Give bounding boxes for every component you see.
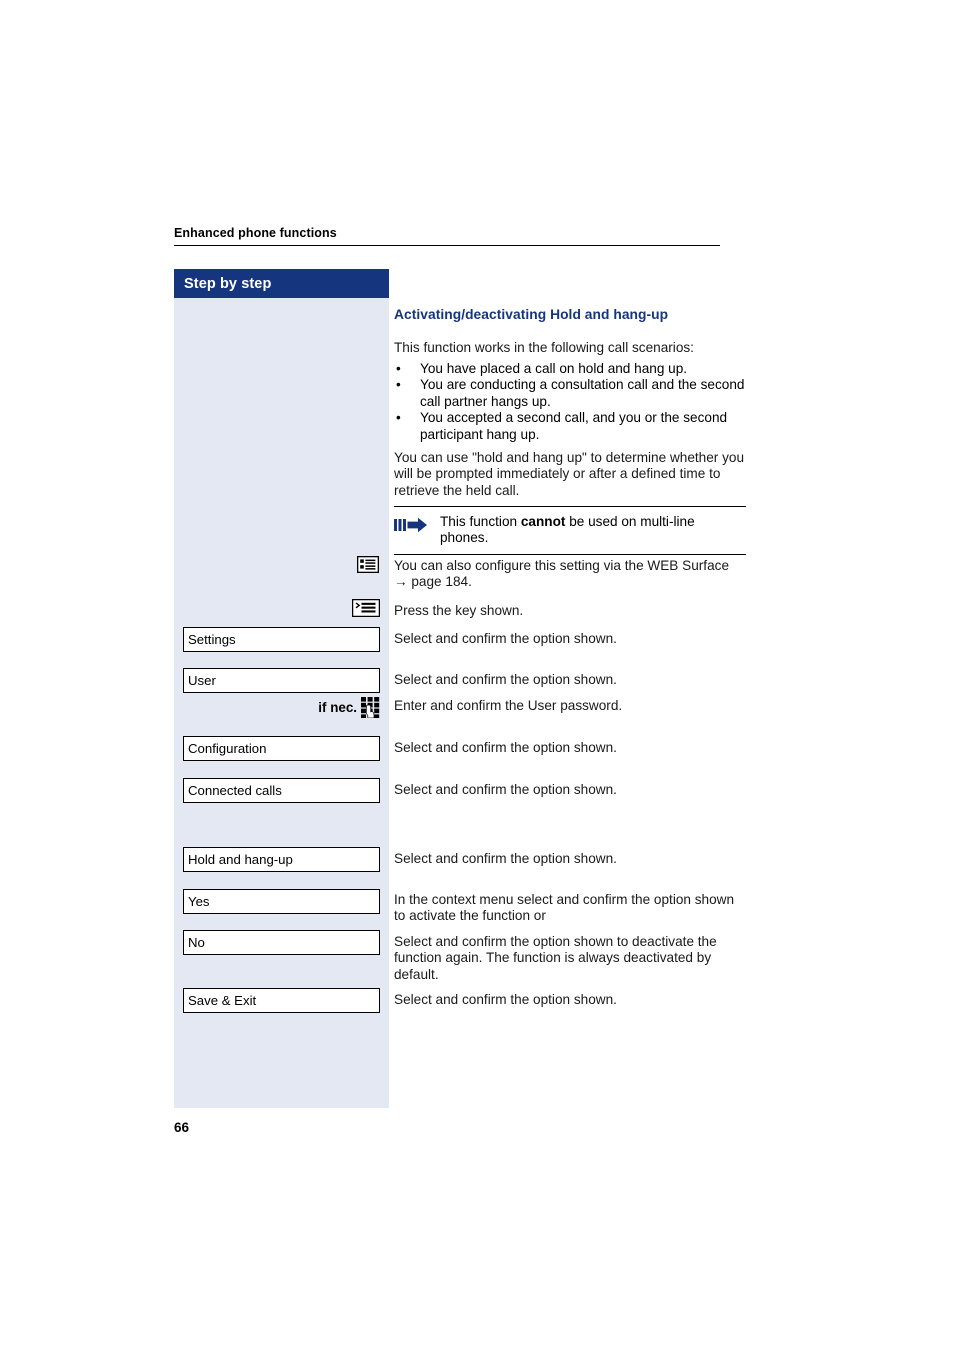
header-divider: [174, 245, 720, 246]
web-surface-note: You can also configure this setting via …: [394, 558, 746, 591]
cross-reference-text: page 184.: [411, 574, 472, 590]
menu-option-label: Yes: [188, 893, 210, 909]
menu-option-label: Settings: [188, 631, 236, 647]
note-callout: This function cannot be used on multi-li…: [394, 506, 746, 555]
menu-option-connected-calls[interactable]: Connected calls: [183, 778, 380, 803]
instruction-activate: In the context menu select and confirm t…: [394, 892, 735, 924]
menu-option-label: User: [188, 672, 216, 688]
hold-and-hang-up-description: You can use "hold and hang up" to determ…: [394, 450, 744, 498]
menu-option-no[interactable]: No: [183, 930, 380, 955]
instruction-settings: Select and confirm the option shown.: [394, 631, 617, 646]
list-item-text: You accepted a second call, and you or t…: [420, 410, 728, 442]
instruction-deactivate: Select and confirm the option shown to d…: [394, 934, 717, 982]
list-item: • You are conducting a consultation call…: [394, 377, 746, 410]
bullet-marker-icon: •: [396, 361, 401, 376]
instruction-press-key: Press the key shown.: [394, 603, 524, 618]
menu-option-label: Configuration: [188, 740, 267, 756]
intro-paragraph: This function works in the following cal…: [394, 340, 694, 355]
call-scenarios-list: • You have placed a call on hold and han…: [394, 361, 746, 443]
menu-option-user[interactable]: User: [183, 668, 380, 693]
cross-reference-arrow-icon: →: [394, 574, 408, 590]
bullet-marker-icon: •: [396, 410, 401, 426]
menu-key-icon: [352, 599, 380, 617]
instruction-user: Select and confirm the option shown.: [394, 672, 617, 687]
menu-option-label: Hold and hang-up: [188, 851, 293, 867]
list-item: • You accepted a second call, and you or…: [394, 410, 746, 443]
instruction-hold-and-hang-up: Select and confirm the option shown.: [394, 851, 617, 866]
web-surface-note-text: You can also configure this setting via …: [394, 558, 729, 573]
instruction-configuration: Select and confirm the option shown.: [394, 740, 617, 755]
list-item-text: You are conducting a consultation call a…: [420, 377, 745, 409]
note-arrow-icon: [394, 514, 440, 547]
instruction-connected-calls: Select and confirm the option shown.: [394, 782, 617, 797]
sidebar-title-bar: Step by step: [174, 269, 389, 298]
sidebar-title: Step by step: [184, 275, 272, 292]
menu-option-hold-and-hang-up[interactable]: Hold and hang-up: [183, 847, 380, 872]
instruction-user-password: Enter and confirm the User password.: [394, 698, 623, 713]
keypad-hand-icon: [361, 696, 380, 718]
note-text-before: This function: [440, 514, 521, 529]
bullet-marker-icon: •: [396, 377, 401, 393]
page-number: 66: [174, 1120, 190, 1135]
section-title: Activating/deactivating Hold and hang-up: [394, 307, 669, 322]
menu-option-label: Connected calls: [188, 782, 282, 798]
note-text: This function cannot be used on multi-li…: [440, 514, 746, 547]
list-item-text: You have placed a call on hold and hang …: [420, 361, 688, 376]
menu-option-save-and-exit[interactable]: Save & Exit: [183, 988, 380, 1013]
menu-option-settings[interactable]: Settings: [183, 627, 380, 652]
web-surface-display-icon: [357, 556, 379, 573]
if-necessary-label: if nec.: [318, 699, 357, 715]
menu-option-configuration[interactable]: Configuration: [183, 736, 380, 761]
running-header-title: Enhanced phone functions: [174, 226, 337, 240]
if-necessary-row: if nec.: [183, 696, 380, 718]
list-item: • You have placed a call on hold and han…: [394, 361, 746, 377]
menu-option-label: Save & Exit: [188, 992, 257, 1008]
note-emphasis: cannot: [520, 514, 566, 529]
running-header: Enhanced phone functions: [174, 226, 720, 246]
menu-option-label: No: [188, 934, 205, 950]
menu-option-yes[interactable]: Yes: [183, 889, 380, 914]
instruction-save-and-exit: Select and confirm the option shown.: [394, 992, 617, 1007]
